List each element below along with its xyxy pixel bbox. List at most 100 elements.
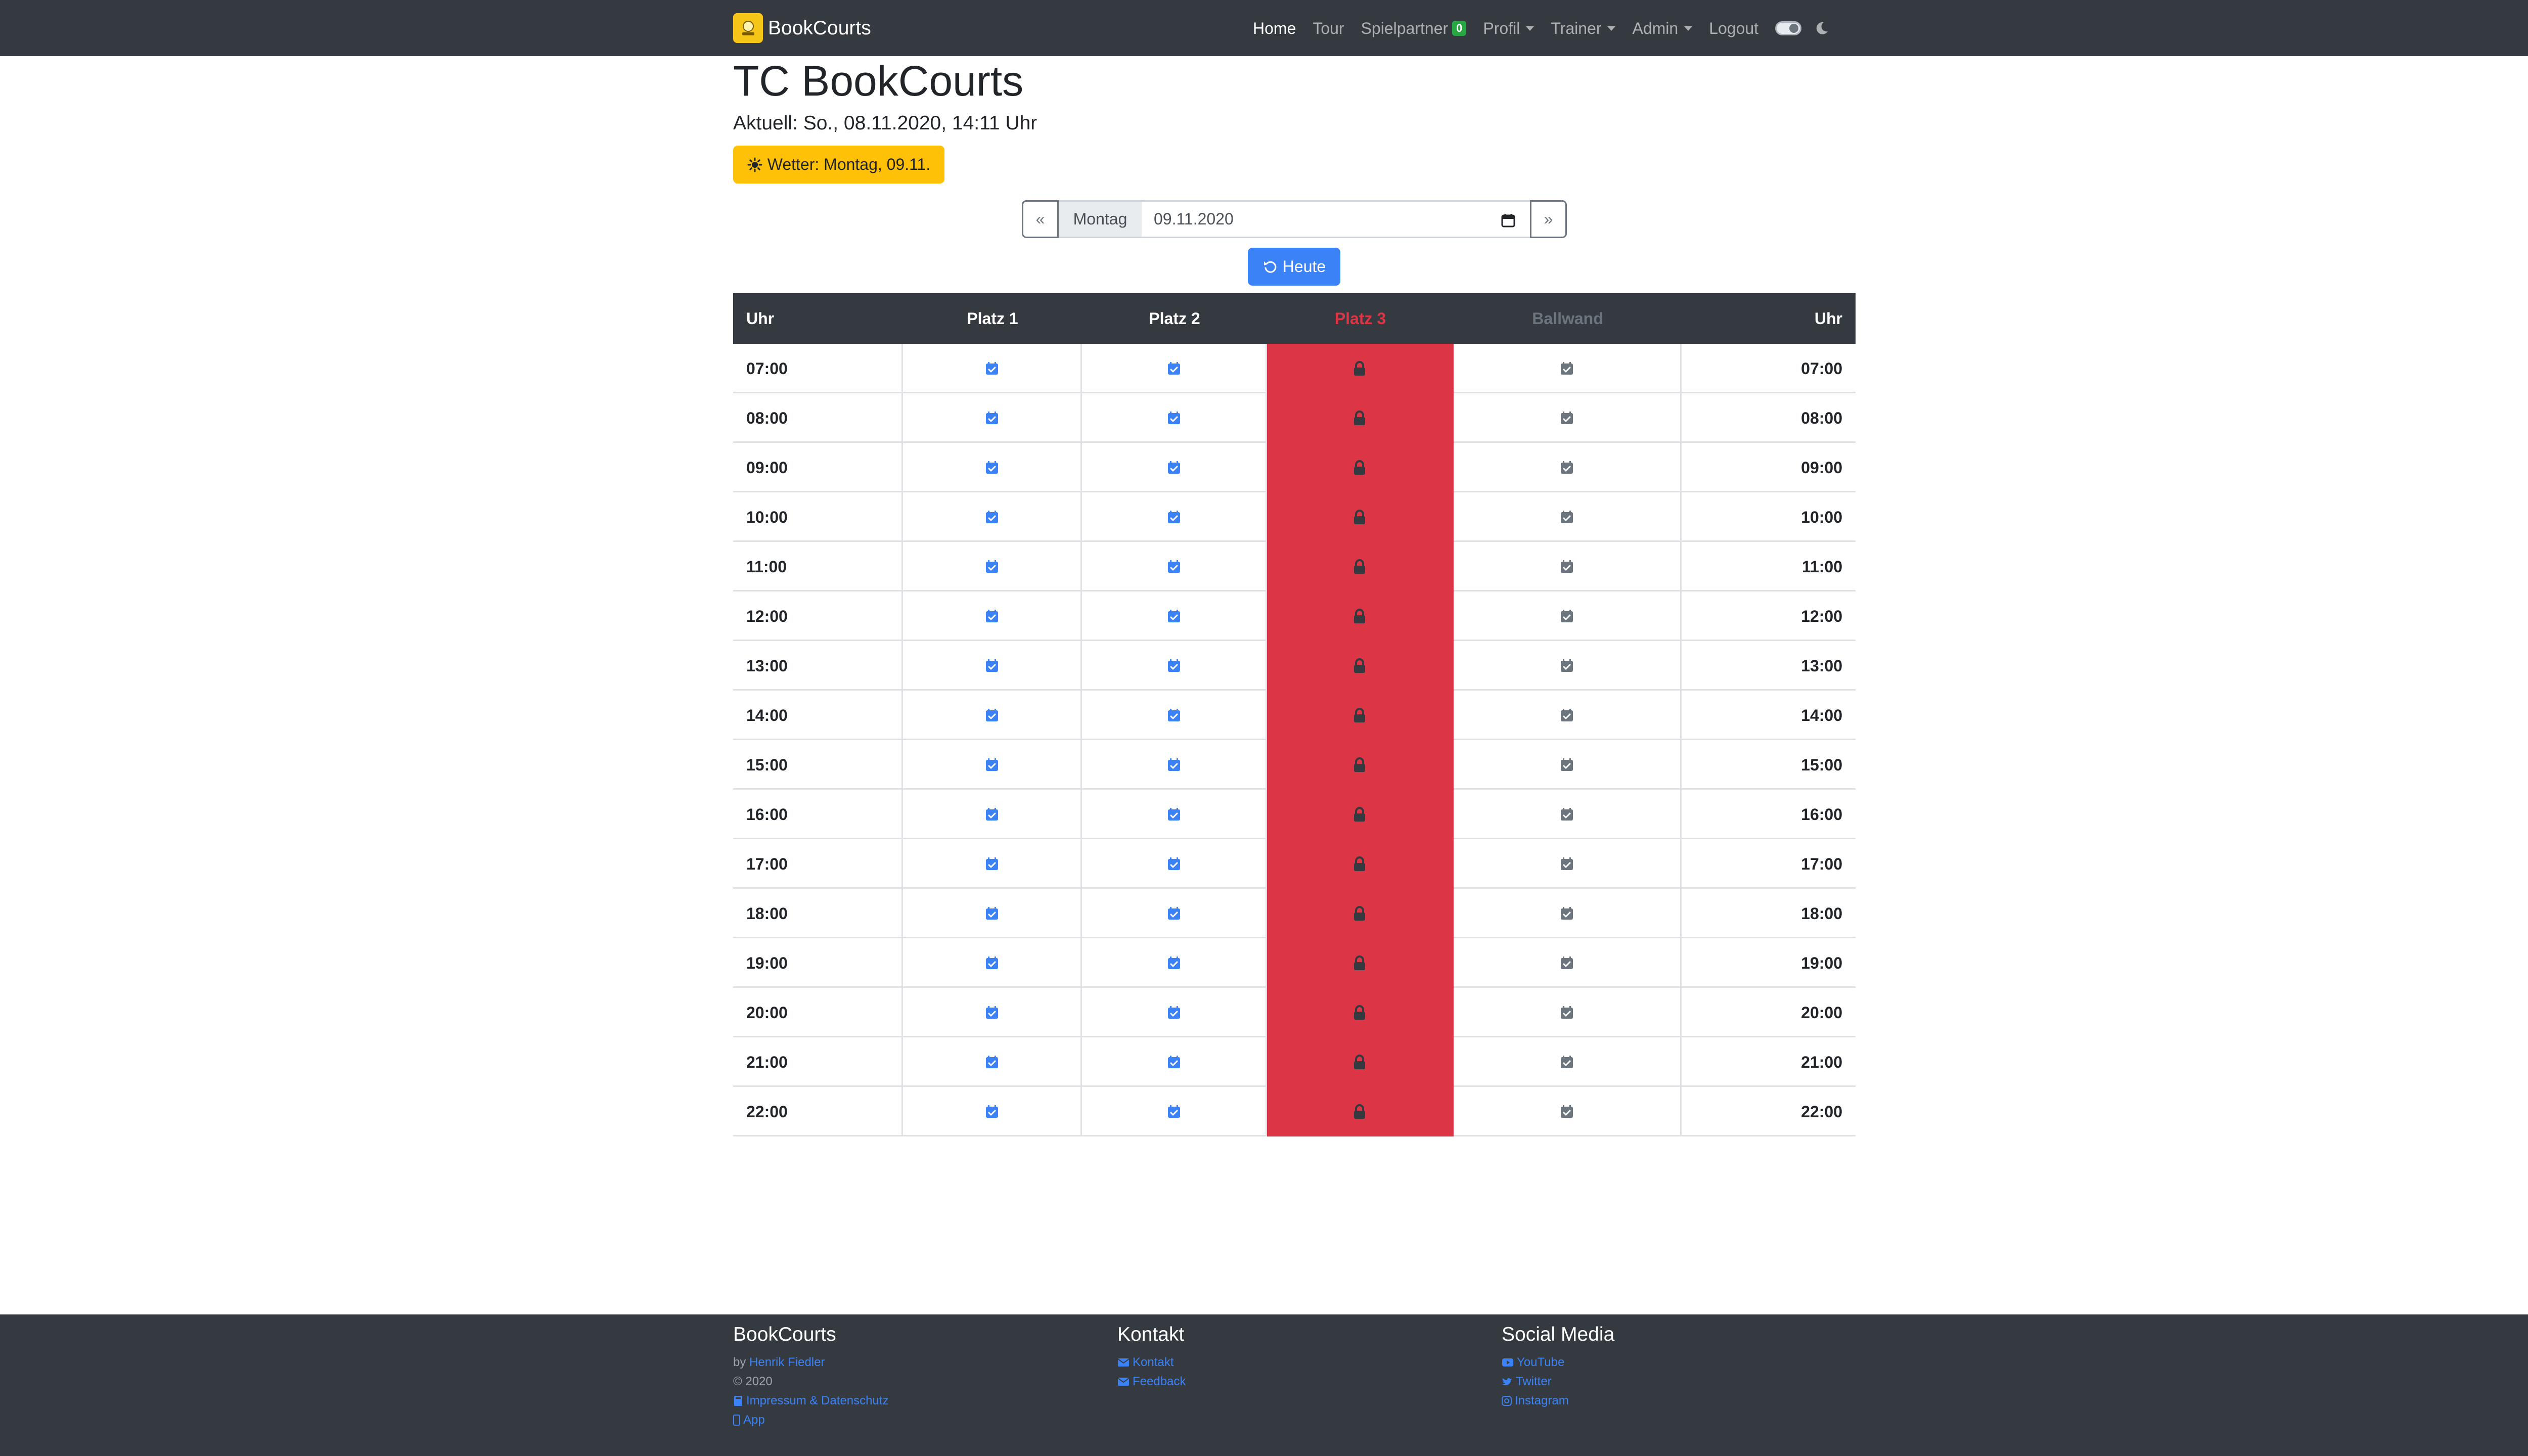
slot-platz-3-blocked [1267, 393, 1454, 443]
slot-platz-2[interactable] [1082, 344, 1267, 393]
slot-ballwand[interactable] [1454, 691, 1682, 740]
slot-platz-1[interactable] [903, 592, 1082, 641]
slot-platz-2[interactable] [1082, 691, 1267, 740]
kontakt-link[interactable]: Kontakt [1117, 1353, 1186, 1372]
slot-ballwand[interactable] [1454, 592, 1682, 641]
time-cell-right: 22:00 [1801, 1102, 1842, 1121]
table-row: 09:00 09:00 [733, 443, 1856, 492]
slot-ballwand[interactable] [1454, 1037, 1682, 1087]
slot-platz-1[interactable] [903, 641, 1082, 691]
instagram-link[interactable]: Instagram [1502, 1391, 1614, 1410]
nav-profil-dropdown[interactable]: Profil [1483, 19, 1534, 38]
slot-platz-2[interactable] [1082, 938, 1267, 988]
slot-platz-2[interactable] [1082, 1087, 1267, 1136]
brand-link[interactable]: BookCourts [733, 13, 871, 43]
slot-platz-2[interactable] [1082, 542, 1267, 592]
footer-column-bookcourts: BookCourts by Henrik Fiedler © 2020 Impr… [733, 1324, 888, 1430]
slot-platz-2[interactable] [1082, 443, 1267, 492]
twitter-link[interactable]: Twitter [1502, 1372, 1614, 1391]
slot-platz-1[interactable] [903, 988, 1082, 1037]
calendar-picker-icon[interactable] [1501, 213, 1516, 228]
calendar-check-icon [1561, 412, 1573, 424]
today-label: Heute [1282, 257, 1326, 276]
calendar-check-icon [1561, 362, 1573, 375]
slot-platz-1[interactable] [903, 938, 1082, 988]
slot-platz-2[interactable] [1082, 839, 1267, 889]
slot-platz-1[interactable] [903, 1087, 1082, 1136]
footer-by-label: by [733, 1355, 746, 1369]
slot-platz-2[interactable] [1082, 641, 1267, 691]
slot-platz-2[interactable] [1082, 1037, 1267, 1087]
nav-tour[interactable]: Tour [1313, 19, 1344, 38]
nav-home[interactable]: Home [1253, 19, 1296, 38]
book-icon [734, 1396, 742, 1406]
nav-spielpartner[interactable]: Spielpartner 0 [1361, 19, 1467, 38]
table-row: 07:00 07:00 [733, 344, 1856, 393]
nav-logout[interactable]: Logout [1709, 19, 1758, 38]
lock-icon [1354, 956, 1365, 970]
imprint-link[interactable]: Impressum & Datenschutz [733, 1391, 888, 1410]
calendar-check-icon [985, 511, 998, 523]
slot-platz-1[interactable] [903, 492, 1082, 542]
slot-ballwand[interactable] [1454, 938, 1682, 988]
weather-button[interactable]: Wetter: Montag, 09.11. [733, 146, 944, 184]
slot-platz-2[interactable] [1082, 988, 1267, 1037]
slot-ballwand[interactable] [1454, 988, 1682, 1037]
slot-ballwand[interactable] [1454, 492, 1682, 542]
time-cell-right: 08:00 [1801, 408, 1842, 427]
moon-icon [1816, 22, 1828, 34]
slot-platz-2[interactable] [1082, 740, 1267, 790]
slot-ballwand[interactable] [1454, 542, 1682, 592]
footer-copyright: © 2020 [733, 1375, 773, 1388]
calendar-check-icon [1561, 907, 1573, 920]
slot-platz-1[interactable] [903, 542, 1082, 592]
nav-trainer-dropdown[interactable]: Trainer [1551, 19, 1616, 38]
slot-platz-1[interactable] [903, 443, 1082, 492]
slot-ballwand[interactable] [1454, 443, 1682, 492]
next-day-button[interactable]: » [1530, 200, 1567, 238]
slot-platz-1[interactable] [903, 740, 1082, 790]
slot-platz-1[interactable] [903, 344, 1082, 393]
youtube-link[interactable]: YouTube [1502, 1353, 1614, 1372]
slot-platz-1[interactable] [903, 889, 1082, 938]
nav-admin-dropdown[interactable]: Admin [1632, 19, 1693, 38]
slot-ballwand[interactable] [1454, 1087, 1682, 1136]
today-button[interactable]: Heute [1248, 248, 1340, 286]
slot-ballwand[interactable] [1454, 641, 1682, 691]
kontakt-link-label: Kontakt [1133, 1355, 1174, 1369]
calendar-check-icon [1561, 957, 1573, 969]
slot-platz-2[interactable] [1082, 790, 1267, 839]
slot-ballwand[interactable] [1454, 740, 1682, 790]
slot-ballwand[interactable] [1454, 344, 1682, 393]
slot-platz-1[interactable] [903, 1037, 1082, 1087]
slot-platz-2[interactable] [1082, 889, 1267, 938]
slot-platz-2[interactable] [1082, 592, 1267, 641]
envelope-icon [1117, 1378, 1130, 1386]
time-cell: 14:00 [733, 691, 903, 740]
slot-platz-1[interactable] [903, 839, 1082, 889]
slot-ballwand[interactable] [1454, 839, 1682, 889]
slot-platz-1[interactable] [903, 691, 1082, 740]
feedback-link[interactable]: Feedback [1117, 1372, 1186, 1391]
calendar-check-icon [985, 461, 998, 474]
slot-platz-1[interactable] [903, 393, 1082, 443]
slot-ballwand[interactable] [1454, 889, 1682, 938]
table-row: 21:00 21:00 [733, 1037, 1856, 1087]
author-link[interactable]: Henrik Fiedler [749, 1353, 825, 1372]
app-link[interactable]: App [733, 1410, 888, 1430]
date-input[interactable]: 09.11.2020 [1142, 200, 1530, 238]
lock-icon [1354, 708, 1365, 722]
dark-mode-toggle[interactable] [1775, 21, 1802, 35]
slot-ballwand[interactable] [1454, 790, 1682, 839]
slot-platz-2[interactable] [1082, 393, 1267, 443]
prev-day-button[interactable]: « [1022, 200, 1059, 238]
calendar-check-icon [1167, 857, 1180, 870]
slot-platz-1[interactable] [903, 790, 1082, 839]
imprint-link-label: Impressum & Datenschutz [746, 1394, 889, 1407]
calendar-check-icon [1561, 808, 1573, 821]
calendar-check-icon [985, 857, 998, 870]
slot-ballwand[interactable] [1454, 393, 1682, 443]
table-row: 11:00 11:00 [733, 542, 1856, 592]
app-link-label: App [743, 1413, 765, 1427]
slot-platz-2[interactable] [1082, 492, 1267, 542]
